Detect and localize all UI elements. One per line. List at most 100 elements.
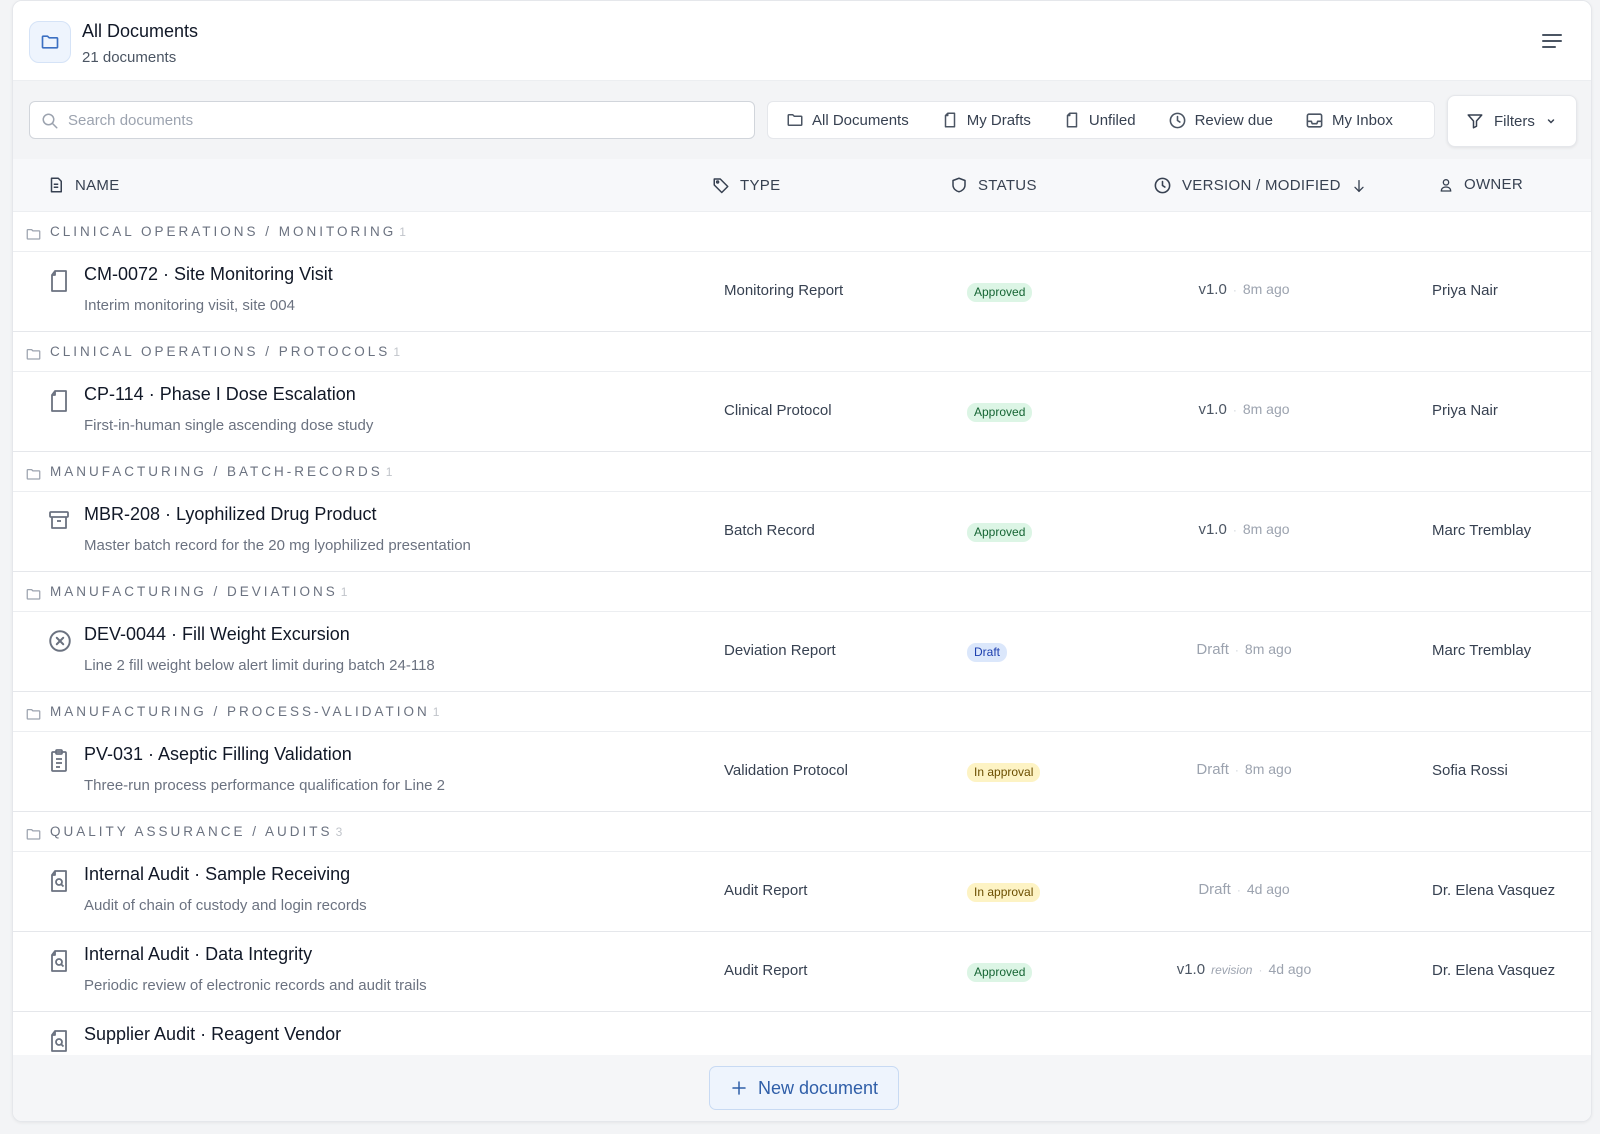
group-label: CLINICAL OPERATIONS / MONITORING 1	[50, 224, 406, 239]
modified-time: 4d ago	[1246, 881, 1290, 897]
document-type: Clinical Protocol	[724, 402, 832, 419]
view-label: My Drafts	[966, 111, 1031, 129]
group-count: 1	[393, 345, 400, 359]
status-badge: Approved	[967, 963, 1033, 982]
file-search-icon	[47, 948, 71, 979]
clipboard-icon	[47, 748, 71, 779]
group-count: 3	[335, 825, 343, 839]
group-header[interactable]: QUALITY ASSURANCE / AUDITS 3	[13, 812, 1591, 852]
group-header[interactable]: CLINICAL OPERATIONS / MONITORING 1	[13, 212, 1591, 252]
new-document-label: New document	[757, 1077, 879, 1098]
clock-icon	[1168, 111, 1187, 130]
column-version[interactable]: VERSION / MODIFIED	[1153, 176, 1367, 195]
document-type: Monitoring Report	[724, 282, 844, 299]
page-header: All Documents 21 documents	[13, 1, 1591, 81]
document-type: Validation Protocol	[724, 762, 848, 779]
user-icon	[1440, 178, 1452, 192]
clock-icon	[1154, 177, 1171, 194]
folder-icon	[786, 111, 804, 129]
document-type: Audit Report	[724, 962, 808, 979]
table-header: NAME TYPE STATUS VERSION / MODIFIED OWNE…	[13, 159, 1591, 212]
document-owner: Dr. Elena Vasquez	[1432, 962, 1556, 979]
document-description: Three-run process performance qualificat…	[84, 777, 446, 794]
document-title[interactable]: CM-0072 · Site Monitoring Visit	[84, 264, 333, 285]
version-modified: Draft · 8m ago	[1196, 641, 1292, 658]
group-label: MANUFACTURING / PROCESS-VALIDATION 1	[50, 704, 440, 719]
version-label: v1.0	[1198, 281, 1227, 298]
group-header[interactable]: MANUFACTURING / DEVIATIONS 1	[13, 572, 1591, 612]
document-title[interactable]: Supplier Audit · Reagent Vendor	[84, 1024, 341, 1045]
column-status[interactable]: STATUS	[950, 176, 1037, 194]
sort-descending-icon[interactable]	[1351, 178, 1367, 194]
group-count: 1	[385, 465, 393, 479]
document-description: Master batch record for the 20 mg lyophi…	[84, 537, 471, 554]
view-my-inbox[interactable]: My Inbox	[1305, 111, 1393, 130]
column-status-label: STATUS	[978, 176, 1037, 194]
status-badge: Draft	[967, 643, 1008, 662]
x-circle-icon	[47, 628, 73, 659]
group-count: 1	[432, 705, 440, 719]
page-title: All Documents	[82, 21, 199, 41]
view-label: Review due	[1194, 111, 1273, 129]
document-type: Audit Report	[724, 882, 808, 899]
document-row[interactable]: Internal Audit · Data Integrity Periodic…	[13, 932, 1591, 1012]
document-description: Line 2 fill weight below alert limit dur…	[84, 657, 435, 674]
view-my-drafts[interactable]: My Drafts	[941, 111, 1031, 129]
document-row[interactable]: DEV-0044 · Fill Weight Excursion Line 2 …	[13, 612, 1591, 692]
document-row[interactable]: CP-114 · Phase I Dose Escalation First-i…	[13, 372, 1591, 452]
search-input[interactable]	[68, 102, 738, 138]
version-label: v1.0	[1198, 401, 1227, 418]
file-search-icon	[47, 868, 71, 899]
column-type[interactable]: TYPE	[712, 176, 780, 194]
filter-icon	[1467, 114, 1483, 129]
document-row[interactable]: CM-0072 · Site Monitoring Visit Interim …	[13, 252, 1591, 332]
shield-icon	[952, 177, 966, 193]
file-icon	[47, 268, 71, 299]
document-title[interactable]: PV-031 · Aseptic Filling Validation	[84, 744, 352, 765]
column-name[interactable]: NAME	[47, 176, 120, 194]
file-icon	[47, 388, 71, 419]
search-icon	[42, 113, 58, 129]
document-list: CLINICAL OPERATIONS / MONITORING 1 CM-007…	[13, 212, 1591, 1055]
document-title[interactable]: MBR-208 · Lyophilized Drug Product	[84, 504, 376, 525]
version-label: Draft	[1196, 641, 1229, 658]
document-owner: Priya Nair	[1432, 282, 1498, 299]
version-label: Draft	[1196, 761, 1229, 778]
new-document-button[interactable]: New document	[709, 1066, 899, 1110]
view-all-documents[interactable]: All Documents	[786, 111, 909, 129]
version-label: Draft	[1198, 881, 1231, 898]
filters-button[interactable]: Filters	[1447, 95, 1577, 147]
column-version-label: VERSION / MODIFIED	[1182, 177, 1341, 194]
group-count: 1	[340, 585, 348, 599]
document-type: Deviation Report	[724, 642, 836, 659]
document-title[interactable]: CP-114 · Phase I Dose Escalation	[84, 384, 356, 405]
modified-time: 8m ago	[1242, 521, 1290, 537]
filters-label: Filters	[1494, 112, 1535, 130]
view-unfiled[interactable]: Unfiled	[1063, 111, 1136, 129]
document-title[interactable]: Internal Audit · Sample Receiving	[84, 864, 350, 885]
document-description: Audit of chain of custody and login reco…	[84, 897, 367, 914]
group-header[interactable]: MANUFACTURING / BATCH-RECORDS 1	[13, 452, 1591, 492]
group-header[interactable]: MANUFACTURING / PROCESS-VALIDATION 1	[13, 692, 1591, 732]
folder-icon	[29, 21, 71, 63]
document-row[interactable]: Internal Audit · Sample Receiving Audit …	[13, 852, 1591, 932]
menu-icon[interactable]	[1541, 31, 1563, 51]
document-row[interactable]: PV-031 · Aseptic Filling Validation Thre…	[13, 732, 1591, 812]
document-title[interactable]: DEV-0044 · Fill Weight Excursion	[84, 624, 350, 645]
toolbar: All Documents My Drafts Unfiled Review due M…	[13, 81, 1591, 159]
column-owner[interactable]: OWNER	[1438, 176, 1523, 193]
view-review-due[interactable]: Review due	[1168, 111, 1273, 130]
group-header[interactable]: CLINICAL OPERATIONS / PROTOCOLS 1	[13, 332, 1591, 372]
document-title[interactable]: Internal Audit · Data Integrity	[84, 944, 312, 965]
document-row[interactable]: Supplier Audit · Reagent Vendor	[13, 1012, 1591, 1055]
column-type-label: TYPE	[740, 176, 781, 194]
group-count: 1	[399, 225, 406, 239]
document-row[interactable]: MBR-208 · Lyophilized Drug Product Maste…	[13, 492, 1591, 572]
version-label: v1.0	[1176, 961, 1206, 978]
saved-views: All Documents My Drafts Unfiled Review due M…	[767, 101, 1435, 139]
documents-panel: All Documents 21 documents All Documents…	[12, 0, 1592, 1122]
document-owner: Sofia Rossi	[1432, 762, 1508, 779]
version-modified: Draft · 4d ago	[1198, 881, 1290, 898]
archive-icon	[47, 508, 71, 537]
view-label: My Inbox	[1331, 111, 1393, 129]
